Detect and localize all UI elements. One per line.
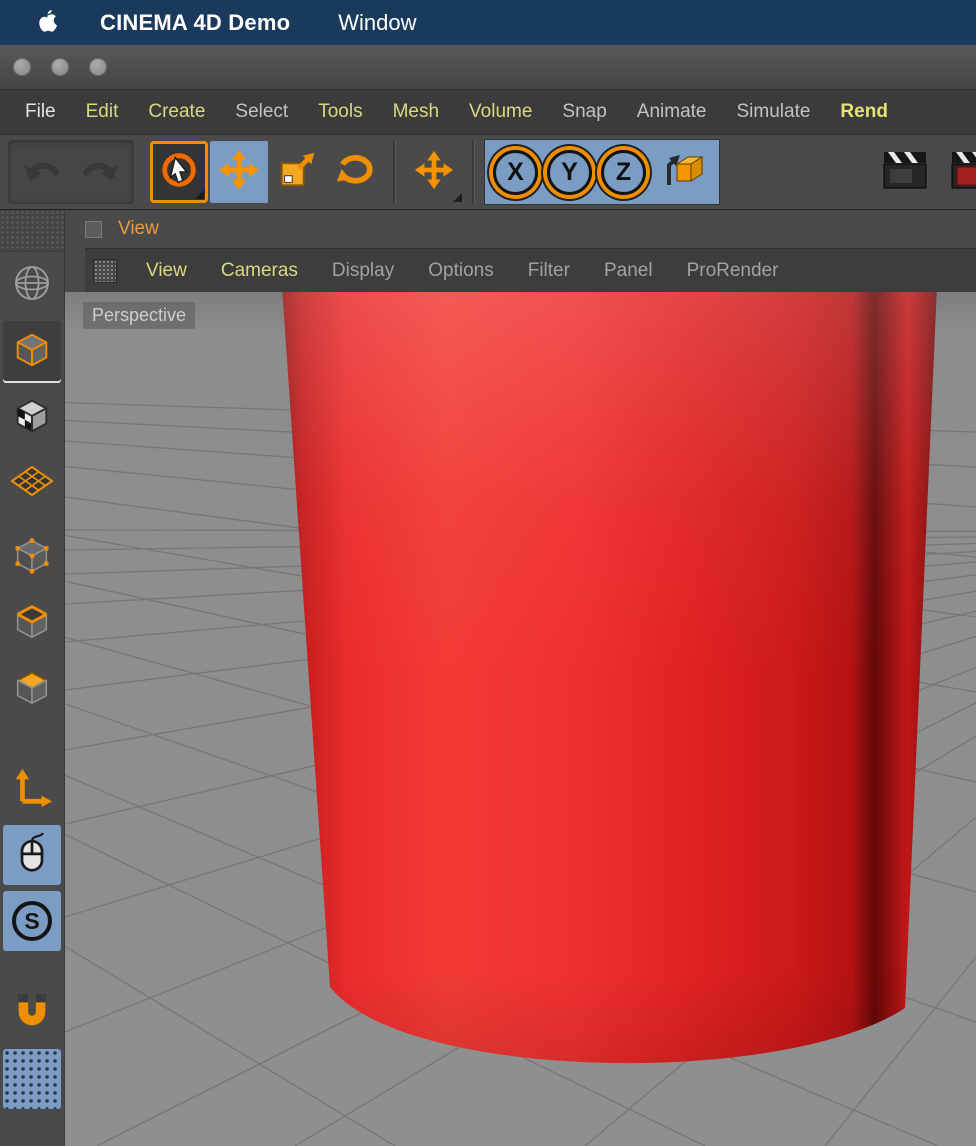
magnet-icon [11, 990, 53, 1037]
vp-menu-cameras[interactable]: Cameras [204, 260, 315, 282]
move-axis-icon [413, 149, 455, 196]
dropdown-corner-icon [195, 190, 204, 199]
toolbar-separator [472, 140, 475, 204]
close-button[interactable] [13, 58, 31, 76]
snap-toggle-button[interactable]: S [3, 891, 61, 951]
render-button-group [876, 141, 976, 203]
vp-menu-display[interactable]: Display [315, 260, 411, 282]
scale-icon [276, 149, 318, 196]
viewport-grip-icon[interactable] [93, 258, 117, 283]
render-view-icon [882, 149, 928, 196]
menu-edit[interactable]: Edit [71, 101, 134, 123]
palette-grip-handle[interactable] [0, 210, 64, 252]
points-cube-icon [11, 534, 53, 581]
zoom-button[interactable] [89, 58, 107, 76]
render-settings-icon [950, 149, 976, 196]
main-toolbar: X Y Z [0, 135, 976, 210]
redo-icon [80, 154, 120, 191]
axis-y-label: Y [561, 157, 578, 186]
undo-redo-group [8, 140, 134, 204]
move-axis-lock-button[interactable] [405, 141, 463, 203]
coordinate-system-button[interactable] [655, 141, 711, 203]
vp-menu-panel[interactable]: Panel [587, 260, 670, 282]
edges-cube-icon [11, 600, 53, 647]
camera-label[interactable]: Perspective [83, 302, 196, 329]
menu-select[interactable]: Select [220, 101, 303, 123]
magnet-tool-button[interactable] [3, 983, 61, 1043]
move-icon [217, 148, 261, 197]
coordinate-system-icon [661, 148, 705, 197]
move-tool-button[interactable] [210, 141, 268, 203]
redo-button[interactable] [71, 141, 129, 203]
viewport-scene [65, 292, 976, 1146]
scale-tool-button[interactable] [268, 141, 326, 203]
app-name[interactable]: CINEMA 4D Demo [100, 10, 290, 36]
axis-y-button[interactable]: Y [547, 149, 592, 195]
wireframe-sphere-icon [10, 261, 54, 310]
app-menu-bar: File Edit Create Select Tools Mesh Volum… [0, 90, 976, 135]
menu-simulate[interactable]: Simulate [722, 101, 826, 123]
polygons-mode-button[interactable] [3, 659, 61, 719]
points-mode-button[interactable] [3, 527, 61, 587]
workplane-grid-icon [10, 459, 54, 508]
menu-snap[interactable]: Snap [547, 101, 621, 123]
snap-icon: S [12, 901, 52, 941]
texture-cube-icon [11, 394, 53, 441]
mouse-icon [12, 831, 52, 879]
menu-tools[interactable]: Tools [303, 101, 377, 123]
menu-mesh[interactable]: Mesh [378, 101, 454, 123]
vp-menu-options[interactable]: Options [411, 260, 510, 282]
view-tab-checkbox[interactable] [85, 220, 102, 238]
axis-x-button[interactable]: X [493, 149, 538, 195]
apple-logo-icon[interactable] [36, 10, 58, 36]
vp-menu-view[interactable]: View [129, 260, 204, 282]
macos-menu-bar: CINEMA 4D Demo Window [0, 0, 976, 45]
axis-z-button[interactable]: Z [601, 149, 646, 195]
left-toolbar: S [0, 210, 65, 1146]
rotate-icon [334, 149, 376, 196]
minimize-button[interactable] [51, 58, 69, 76]
model-cube-icon [11, 328, 53, 375]
axis-x-label: X [507, 157, 524, 186]
cylinder-object[interactable] [282, 292, 937, 1064]
undo-icon [22, 154, 62, 191]
dropdown-corner-icon [453, 193, 462, 202]
polygons-cube-icon [11, 666, 53, 713]
viewport-panel: View View Cameras Display Options Filter… [65, 210, 976, 1146]
axis-arrows-icon [11, 766, 53, 813]
viewport-canvas[interactable]: Perspective [65, 292, 976, 1146]
make-editable-button[interactable] [3, 255, 61, 315]
view-tab-label[interactable]: View [118, 218, 159, 240]
menu-file[interactable]: File [10, 101, 71, 123]
render-settings-button[interactable] [944, 141, 976, 203]
viewport-menu-bar: View Cameras Display Options Filter Pane… [85, 248, 976, 292]
menubar-item-window[interactable]: Window [338, 10, 416, 36]
menu-animate[interactable]: Animate [622, 101, 722, 123]
live-selection-button[interactable] [150, 141, 208, 203]
vp-menu-prorender[interactable]: ProRender [670, 260, 796, 282]
window-title-bar[interactable] [0, 45, 976, 90]
view-tab-row: View [65, 210, 976, 248]
edges-mode-button[interactable] [3, 593, 61, 653]
snap-letter: S [24, 907, 40, 934]
undo-button[interactable] [13, 141, 71, 203]
workplane-mode-button[interactable] [3, 453, 61, 513]
texture-mode-button[interactable] [3, 387, 61, 447]
menu-volume[interactable]: Volume [454, 101, 547, 123]
quantize-grid-button[interactable] [3, 1049, 61, 1109]
enable-axis-button[interactable] [3, 759, 61, 819]
vp-menu-filter[interactable]: Filter [511, 260, 587, 282]
menu-create[interactable]: Create [133, 101, 220, 123]
model-mode-button[interactable] [3, 321, 61, 381]
live-selection-icon [158, 149, 200, 196]
axis-z-label: Z [615, 157, 632, 186]
rotate-tool-button[interactable] [326, 141, 384, 203]
menu-render[interactable]: Rend [825, 101, 903, 123]
viewport-solo-button[interactable] [3, 825, 61, 885]
axis-lock-panel: X Y Z [484, 139, 720, 205]
toolbar-separator [393, 140, 396, 204]
main-area: S View View Cameras Display Options Filt… [0, 210, 976, 1146]
render-view-button[interactable] [876, 141, 934, 203]
